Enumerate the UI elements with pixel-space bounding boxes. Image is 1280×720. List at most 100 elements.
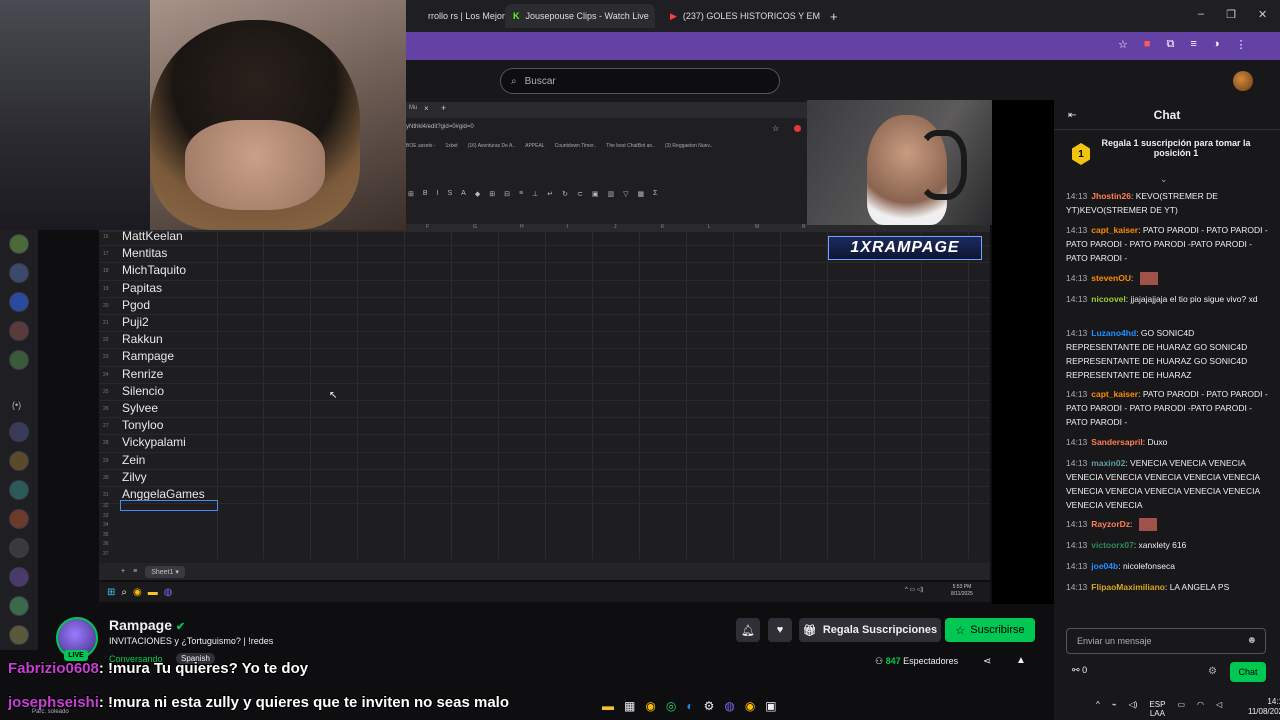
settings-icon[interactable]: ⚙ (704, 699, 715, 713)
notification-bell-button[interactable]: 🔔︎ (736, 618, 760, 642)
volume-icon[interactable]: ◁) (1129, 700, 1138, 718)
message-username[interactable]: joe04b (1091, 561, 1118, 571)
new-tab-button[interactable]: + (441, 103, 446, 113)
browser-tab-1[interactable]: rrollo rs | Los Mejor× (420, 4, 510, 28)
gift-subs-button[interactable]: 🎁︎ Regala Suscripciones (799, 618, 941, 642)
chat-input[interactable]: Enviar un mensaje ☻ (1066, 628, 1266, 654)
settings-gear-icon[interactable]: ⚙ (1208, 666, 1217, 677)
row-number[interactable]: 34 (103, 522, 109, 528)
channel-avatar[interactable] (9, 567, 29, 587)
wrap-icon[interactable]: ↵ (547, 190, 553, 202)
message-username[interactable]: nicoovel (1091, 294, 1125, 304)
message-username[interactable]: victoorx07 (1091, 540, 1134, 550)
row-number[interactable]: 30 (103, 475, 109, 481)
filter-icon[interactable]: ▽ (623, 190, 628, 202)
channel-points[interactable]: ⚯ 0 (1072, 665, 1087, 676)
cell-name[interactable]: Renrize (122, 367, 163, 381)
emote-icon[interactable]: ☻ (1246, 635, 1257, 646)
row-number[interactable]: 33 (103, 513, 109, 519)
live-channels-icon[interactable]: (•) (12, 400, 21, 410)
cell-name[interactable]: Puji2 (122, 315, 149, 329)
display-icon[interactable]: ▭ (1177, 700, 1185, 718)
borders-icon[interactable]: ⊞ (489, 190, 495, 202)
extension-icon[interactable]: ■ (1144, 38, 1151, 51)
message-username[interactable]: Luzano4hd (1091, 328, 1136, 338)
close-icon[interactable]: × (424, 104, 429, 113)
text-color-icon[interactable]: A (461, 190, 466, 202)
subscribe-button[interactable]: ☆ Suscribirse (945, 618, 1035, 642)
whatsapp-icon[interactable]: ◎ (666, 699, 676, 713)
sheet-tab[interactable]: Sheet1 ▾ (145, 565, 185, 578)
cell-name[interactable]: Sylvee (122, 401, 158, 415)
puzzle-icon[interactable]: ⧉ (1167, 38, 1175, 51)
valign-icon[interactable]: ⊥ (532, 190, 538, 202)
weather-label[interactable]: Parc. soleado (32, 709, 69, 715)
row-number[interactable]: 35 (103, 532, 109, 538)
record-icon[interactable] (794, 125, 801, 132)
new-tab-button[interactable]: + (822, 4, 842, 28)
bold-icon[interactable]: B (423, 190, 428, 202)
reading-list-icon[interactable]: ≡ (1190, 38, 1196, 51)
row-number[interactable]: 28 (103, 440, 109, 446)
channel-avatar[interactable] (9, 350, 29, 370)
comment-icon[interactable]: ▣ (592, 190, 599, 202)
taskbar-clock[interactable]: 14:1311/08/2025 (1248, 697, 1280, 717)
message-username[interactable]: RayzorDz (1091, 519, 1130, 529)
strikethrough-icon[interactable]: S (448, 190, 453, 202)
user-avatar[interactable] (1233, 71, 1253, 91)
cell-name[interactable]: Papitas (122, 281, 162, 295)
channel-avatar[interactable] (9, 480, 29, 500)
message-username[interactable]: stevenOU (1091, 273, 1131, 283)
channel-avatar[interactable] (9, 451, 29, 471)
profile-icon[interactable]: ◑ (1213, 38, 1220, 51)
edge-icon[interactable]: ◐ (686, 699, 693, 713)
message-username[interactable]: maxin02 (1091, 458, 1125, 468)
row-number[interactable]: 31 (103, 492, 109, 498)
network-icon[interactable]: ⌁ (1112, 700, 1117, 718)
selected-cell[interactable] (120, 500, 218, 511)
row-number[interactable]: 27 (103, 423, 109, 429)
italic-icon[interactable]: I (437, 190, 439, 202)
row-number[interactable]: 20 (103, 303, 109, 309)
rotate-icon[interactable]: ↻ (562, 190, 568, 202)
row-number[interactable]: 18 (103, 268, 109, 274)
cell-name[interactable]: Pgod (122, 298, 150, 312)
windows-start-icon[interactable]: ⊞ (107, 587, 115, 598)
chrome-icon[interactable]: ◉ (645, 699, 655, 713)
fill-color-icon[interactable]: ◆ (475, 190, 480, 202)
channel-avatar[interactable] (9, 538, 29, 558)
all-sheets-icon[interactable]: ≡ (133, 568, 137, 575)
row-number[interactable]: 17 (103, 251, 109, 257)
cell-name[interactable]: Zein (122, 453, 145, 467)
chat-send-button[interactable]: Chat (1230, 662, 1266, 682)
toolbar-icon[interactable]: ⊞ (408, 190, 414, 202)
cell-name[interactable]: Rampage (122, 349, 174, 363)
row-number[interactable]: 37 (103, 551, 109, 557)
report-icon[interactable]: ▲ (1016, 655, 1026, 666)
speaker-icon[interactable]: ◁ (1216, 700, 1222, 718)
message-username[interactable]: FlipaoMaximiliano (1091, 582, 1165, 592)
chrome-active-icon[interactable]: ◉ (745, 699, 755, 713)
channel-avatar[interactable] (9, 625, 29, 645)
chart-icon[interactable]: ▥ (607, 190, 614, 202)
wifi-icon[interactable]: ◠ (1197, 700, 1204, 718)
row-number[interactable]: 16 (103, 234, 109, 240)
cell-name[interactable]: Silencio (122, 384, 164, 398)
tray-overflow-icon[interactable]: ^ (1096, 700, 1100, 718)
star-icon[interactable]: ☆ (772, 124, 779, 133)
browser-tab-2[interactable]: K Jousepouse Clips - Watch Live× (505, 4, 655, 28)
expand-icon[interactable]: ⌄ (1160, 174, 1168, 185)
link-icon[interactable]: ⊂ (577, 190, 583, 202)
search-input[interactable]: ⌕ Buscar (500, 68, 780, 94)
restore-icon[interactable]: ❐ (1226, 8, 1236, 21)
cell-name[interactable]: Vickypalami (122, 435, 186, 449)
close-window-icon[interactable]: ✕ (1258, 8, 1267, 21)
functions-icon[interactable]: Σ (653, 190, 657, 202)
cell-name[interactable]: Mentitas (122, 246, 167, 260)
merge-icon[interactable]: ⊟ (504, 190, 510, 202)
channel-avatar[interactable] (9, 321, 29, 341)
inner-url[interactable]: yNthkl4/edit?gid=0#gid=0 (406, 124, 474, 130)
add-sheet-icon[interactable]: + (121, 568, 125, 575)
calculator-icon[interactable]: ▦ (624, 699, 635, 713)
message-username[interactable]: capt_kaiser (1091, 225, 1138, 235)
